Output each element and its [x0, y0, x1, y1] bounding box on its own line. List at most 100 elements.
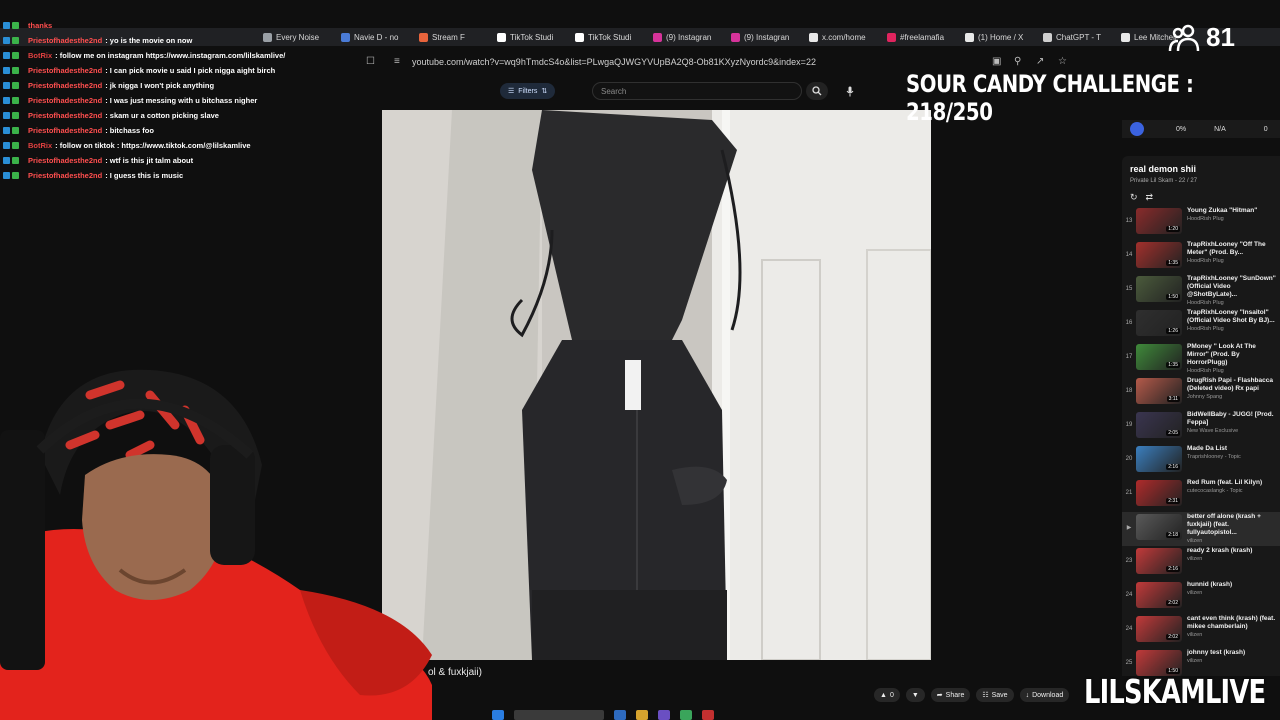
chat-username[interactable]: Priestofhadesthe2nd	[28, 156, 102, 165]
playlist-item-title[interactable]: TrapRixhLooney "Off The Meter" (Prod. By…	[1187, 241, 1276, 257]
app-icon[interactable]	[702, 710, 714, 720]
playlist-thumbnail[interactable]: 1:35	[1136, 344, 1182, 370]
loop-icon[interactable]: ↻	[1130, 192, 1138, 203]
playlist-item[interactable]: ▶ 2:18 better off alone (krash + fuxkjaii)…	[1122, 512, 1280, 546]
dislike-button[interactable]: ▼	[905, 688, 925, 702]
playlist-item[interactable]: 24 2:02 cant even think (krash) (feat. mik…	[1122, 614, 1280, 648]
browser-icon[interactable]	[614, 710, 626, 720]
playlist-item[interactable]: 13 1:20 Young Zukaa "Hitman" HoodRish Plug	[1122, 206, 1280, 240]
chat-message: Priestofhadesthe2nd: I was just messing …	[0, 93, 420, 108]
video-player[interactable]	[382, 110, 931, 660]
playlist-thumbnail[interactable]: 1:35	[1136, 242, 1182, 268]
playlist-item-title[interactable]: ready 2 krash (krash)	[1187, 547, 1276, 555]
chat-username[interactable]: Priestofhadesthe2nd	[28, 126, 102, 135]
download-button[interactable]: ↓ Download	[1019, 688, 1070, 702]
cast-icon[interactable]: ▣	[992, 56, 1001, 67]
playlist-thumbnail[interactable]: 1:20	[1136, 208, 1182, 234]
shuffle-icon[interactable]: ⇄	[1146, 192, 1154, 203]
playlist-item-title[interactable]: Red Rum (feat. Lil Kilyn)	[1187, 479, 1276, 487]
playlist-item[interactable]: 20 2:16 Made Da List Traprishlooney - Topic	[1122, 444, 1280, 478]
playlist-thumbnail[interactable]: 2:05	[1136, 412, 1182, 438]
browser-tab[interactable]: Stream F	[412, 28, 490, 46]
playlist-thumbnail[interactable]: 2:31	[1136, 480, 1182, 506]
playlist-thumbnail[interactable]: 3:11	[1136, 378, 1182, 404]
playlist-item[interactable]: 21 2:31 Red Rum (feat. Lil Kilyn) cutecocas…	[1122, 478, 1280, 512]
browser-tab[interactable]: TikTok Studi	[568, 28, 646, 46]
playlist-item[interactable]: 15 1:50 TrapRixhLooney "SunDown" (Official…	[1122, 274, 1280, 308]
chat-username[interactable]: Priestofhadesthe2nd	[28, 96, 102, 105]
playlist-item-title[interactable]: Made Da List	[1187, 445, 1276, 453]
extension-icon[interactable]	[1130, 122, 1144, 136]
like-button[interactable]: ▲ 0	[874, 688, 900, 702]
playlist-thumbnail[interactable]: 2:02	[1136, 616, 1182, 642]
thumbs-down-icon: ▼	[911, 691, 919, 699]
taskbar-search-icon[interactable]	[514, 710, 604, 720]
browser-tab[interactable]: TikTok Studi	[490, 28, 568, 46]
chat-username[interactable]: BotRix	[28, 51, 52, 60]
ext-stat-count: 0	[1263, 125, 1268, 133]
playlist-item-title[interactable]: DrugRish Papi - Flashbacca (Deleted vide…	[1187, 377, 1276, 393]
duration-badge: 2:02	[1166, 600, 1180, 606]
playlist-item[interactable]: 24 2:02 hunnid (krash) vilizen	[1122, 580, 1280, 614]
ext-stat-percent: 0%	[1176, 125, 1187, 133]
browser-tab[interactable]: ChatGPT - T	[1036, 28, 1114, 46]
browser-tab[interactable]: (9) Instagran	[724, 28, 802, 46]
app-icon[interactable]	[680, 710, 692, 720]
playlist-item-channel: vilizen	[1187, 538, 1203, 544]
browser-tab[interactable]: (1) Home / X	[958, 28, 1036, 46]
playlist-thumbnail[interactable]: 2:18	[1136, 514, 1182, 540]
filters-label: Filters	[518, 87, 538, 95]
chevron-icon: ⇅	[541, 88, 548, 95]
playlist-item-channel: HoodRish Plug	[1187, 368, 1224, 374]
playlist-thumbnail[interactable]: 1:50	[1136, 276, 1182, 302]
playlist-item[interactable]: 17 1:35 PMoney " Look At The Mirror" (Prod…	[1122, 342, 1280, 376]
viewer-count: 81	[1168, 22, 1235, 53]
chat-username[interactable]: Priestofhadesthe2nd	[28, 111, 102, 120]
save-button[interactable]: ☷ Save	[976, 688, 1014, 702]
playlist-item-title[interactable]: PMoney " Look At The Mirror" (Prod. By H…	[1187, 343, 1276, 367]
chat-username[interactable]: Priestofhadesthe2nd	[28, 36, 102, 45]
app-icon[interactable]	[658, 710, 670, 720]
playlist-thumbnail[interactable]: 1:26	[1136, 310, 1182, 336]
browser-tab[interactable]: x.com/home	[802, 28, 880, 46]
playlist-item-channel: Johnny Spang	[1187, 394, 1223, 400]
playlist-index: 16	[1125, 320, 1133, 326]
chat-text: : follow me on instagram https://www.ins…	[55, 51, 286, 60]
playlist-item-title[interactable]: BidWellBaby - JUGG! [Prod. Feppa]	[1187, 411, 1276, 427]
playlist-item-title[interactable]: Young Zukaa "Hitman"	[1187, 207, 1276, 215]
playlist-item[interactable]: 19 2:05 BidWellBaby - JUGG! [Prod. Feppa] N…	[1122, 410, 1280, 444]
browser-tab[interactable]: #freelamafia	[880, 28, 958, 46]
playlist-item[interactable]: 18 3:11 DrugRish Papi - Flashbacca (Delete…	[1122, 376, 1280, 410]
duration-badge: 1:35	[1166, 362, 1180, 368]
browser-tab[interactable]: (9) Instagran	[646, 28, 724, 46]
playlist-item[interactable]: 14 1:35 TrapRixhLooney "Off The Meter" (Pr…	[1122, 240, 1280, 274]
playlist-item[interactable]: 16 1:26 TrapRixhLooney "Insaitol" (Officia…	[1122, 308, 1280, 342]
playlist-item-title[interactable]: cant even think (krash) (feat. mikee cha…	[1187, 615, 1276, 631]
share-page-icon[interactable]: ↗	[1036, 56, 1044, 67]
search-input[interactable]: Search	[592, 82, 802, 100]
start-icon[interactable]	[492, 710, 504, 720]
url-text[interactable]: youtube.com/watch?v=wq9hTmdcS4o&list=PLw…	[412, 57, 816, 67]
search-button[interactable]	[806, 82, 828, 100]
chat-username[interactable]: thanks	[28, 21, 52, 30]
playlist-thumbnail[interactable]: 2:16	[1136, 446, 1182, 472]
star-icon[interactable]: ☆	[1058, 56, 1067, 67]
voice-search-button[interactable]	[840, 82, 860, 100]
chat-username[interactable]: BotRix	[28, 141, 52, 150]
filters-chip[interactable]: ☰ Filters ⇅	[500, 83, 556, 99]
playlist-item-title[interactable]: hunnid (krash)	[1187, 581, 1276, 589]
playlist-item[interactable]: 23 2:16 ready 2 krash (krash) vilizen	[1122, 546, 1280, 580]
playlist-thumbnail[interactable]: 2:02	[1136, 582, 1182, 608]
chat-username[interactable]: Priestofhadesthe2nd	[28, 171, 102, 180]
chat-username[interactable]: Priestofhadesthe2nd	[28, 81, 102, 90]
playlist-item-title[interactable]: johnny test (krash)	[1187, 649, 1276, 657]
folder-icon[interactable]	[636, 710, 648, 720]
zoom-icon[interactable]: ⚲	[1014, 56, 1021, 67]
share-button[interactable]: ➦ Share	[930, 688, 971, 702]
playlist-item-title[interactable]: TrapRixhLooney "Insaitol" (Official Vide…	[1187, 309, 1276, 325]
playlist-item-title[interactable]: TrapRixhLooney "SunDown" (Official Video…	[1187, 275, 1276, 299]
playlist-thumbnail[interactable]: 2:16	[1136, 548, 1182, 574]
playlist-item-title[interactable]: better off alone (krash + fuxkjaii) (fea…	[1187, 513, 1276, 537]
chat-username[interactable]: Priestofhadesthe2nd	[28, 66, 102, 75]
tab-title: TikTok Studi	[588, 32, 632, 42]
